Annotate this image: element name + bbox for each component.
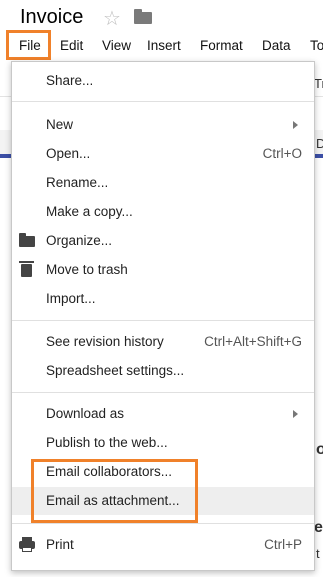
menu-data[interactable]: Data bbox=[262, 38, 291, 53]
menu-item-label: Publish to the web... bbox=[46, 435, 168, 450]
menu-item-shortcut: Ctrl+Alt+Shift+G bbox=[204, 334, 302, 349]
menu-format[interactable]: Format bbox=[200, 38, 243, 53]
menu-item-label: New bbox=[46, 117, 74, 132]
folder-icon bbox=[19, 233, 35, 247]
cell-peek-c: t bbox=[316, 546, 320, 561]
menu-item-label: Move to trash bbox=[46, 262, 128, 277]
menu-item-label: Spreadsheet settings... bbox=[46, 363, 185, 378]
email-options-highlight bbox=[31, 459, 198, 523]
cell-peek-a: ol bbox=[316, 441, 323, 458]
menu-insert[interactable]: Insert bbox=[147, 38, 181, 53]
document-title[interactable]: Invoice bbox=[20, 6, 83, 29]
menu-item-organize[interactable]: Organize... bbox=[12, 227, 314, 255]
menu-item-move-to-trash[interactable]: Move to trash bbox=[12, 256, 314, 284]
star-icon[interactable]: ☆ bbox=[103, 6, 121, 31]
menu-item-label: Download as bbox=[46, 406, 125, 421]
menu-item-open[interactable]: Open... Ctrl+O bbox=[12, 140, 314, 168]
menu-item-label: Rename... bbox=[46, 175, 109, 190]
cell-peek-b: e( bbox=[314, 519, 323, 536]
menu-item-download-as[interactable]: Download as bbox=[12, 400, 314, 428]
folder-icon[interactable] bbox=[134, 9, 152, 24]
column-header-peek: D bbox=[316, 136, 323, 151]
toolbar-peek-text: Tr bbox=[314, 76, 323, 91]
menu-divider bbox=[12, 101, 314, 102]
menu-item-label: Make a copy... bbox=[46, 204, 133, 219]
menu-item-label: Share... bbox=[46, 73, 94, 88]
menu-item-shortcut: Ctrl+O bbox=[262, 146, 302, 161]
menu-item-print[interactable]: Print Ctrl+P bbox=[12, 531, 314, 559]
menu-divider bbox=[12, 523, 314, 524]
menu-item-share[interactable]: Share... bbox=[12, 67, 314, 95]
menu-item-label: See revision history bbox=[46, 334, 164, 349]
menu-item-make-copy[interactable]: Make a copy... bbox=[12, 198, 314, 226]
menu-item-label: Import... bbox=[46, 291, 96, 306]
menu-item-revision-history[interactable]: See revision history Ctrl+Alt+Shift+G bbox=[12, 328, 314, 356]
chevron-right-icon bbox=[293, 410, 298, 418]
trash-icon bbox=[19, 261, 34, 277]
menu-item-new[interactable]: New bbox=[12, 111, 314, 139]
menu-item-spreadsheet-settings[interactable]: Spreadsheet settings... bbox=[12, 357, 314, 385]
menu-item-rename[interactable]: Rename... bbox=[12, 169, 314, 197]
chevron-right-icon bbox=[293, 121, 298, 129]
menu-item-label: Organize... bbox=[46, 233, 113, 248]
menu-item-publish[interactable]: Publish to the web... bbox=[12, 429, 314, 457]
file-menu-highlight bbox=[6, 30, 51, 60]
menu-view[interactable]: View bbox=[102, 38, 131, 53]
menu-divider bbox=[12, 392, 314, 393]
print-icon bbox=[19, 537, 35, 552]
menu-item-label: Print bbox=[46, 537, 74, 552]
menu-item-label: Open... bbox=[46, 146, 91, 161]
menu-item-shortcut: Ctrl+P bbox=[264, 537, 302, 552]
menu-edit[interactable]: Edit bbox=[60, 38, 83, 53]
menu-tools[interactable]: To bbox=[310, 38, 323, 53]
menu-divider bbox=[12, 320, 314, 321]
menu-item-import[interactable]: Import... bbox=[12, 285, 314, 313]
